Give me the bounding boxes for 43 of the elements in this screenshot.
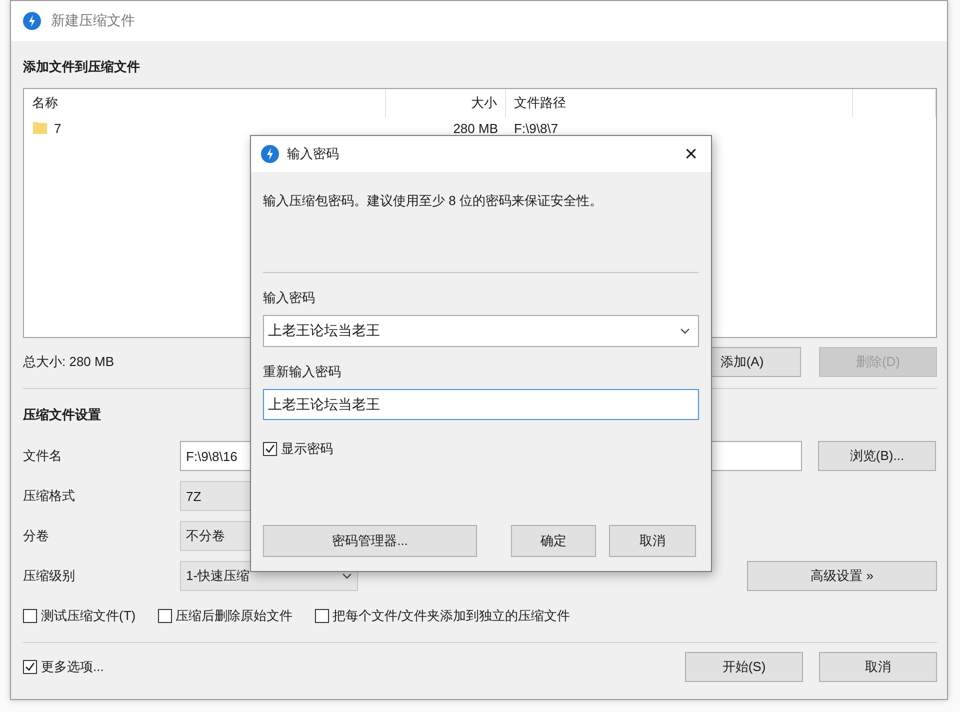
checkbox[interactable]: [263, 442, 277, 456]
option-label: 压缩后删除原始文件: [176, 607, 293, 625]
checkbox[interactable]: [158, 609, 172, 623]
app-logo-icon: [261, 145, 279, 163]
dialog-title: 输入密码: [287, 145, 340, 163]
description-text: 输入压缩包密码。建议使用至少 8 位的密码来保证安全性。: [263, 192, 604, 210]
checkbox[interactable]: [23, 609, 37, 623]
file-path: F:\9\8\7: [514, 120, 558, 136]
section-heading: 压缩文件设置: [23, 406, 102, 424]
dropdown-caret-icon: [680, 328, 690, 334]
password-manager-button[interactable]: 密码管理器...: [263, 525, 477, 557]
column-header[interactable]: 文件路径: [506, 89, 853, 117]
cancel-button[interactable]: 取消: [609, 525, 696, 557]
field-label: 输入密码: [263, 289, 316, 307]
app-logo-icon: [23, 12, 41, 30]
folder-icon: [32, 120, 48, 136]
column-header[interactable]: 大小: [386, 89, 506, 117]
start-button[interactable]: 开始(S): [685, 652, 803, 682]
file-name: 7: [54, 120, 62, 136]
file-size: 280 MB: [453, 120, 498, 136]
section-heading: 添加文件到压缩文件: [23, 58, 141, 76]
advanced-settings-button[interactable]: 高级设置 »: [747, 561, 937, 591]
checkbox[interactable]: [314, 609, 329, 623]
window-title: 新建压缩文件: [51, 12, 135, 30]
ok-button[interactable]: 确定: [511, 525, 596, 557]
option-label: 把每个文件/文件夹添加到独立的压缩文件: [332, 607, 570, 625]
browse-button[interactable]: 浏览(B)...: [818, 441, 936, 471]
checkbox[interactable]: [23, 660, 37, 674]
column-header[interactable]: 名称: [24, 89, 386, 117]
password-field[interactable]: 上老王论坛当老王: [263, 315, 699, 347]
show-password-label: 显示密码: [281, 440, 333, 458]
total-size: 总大小: 280 MB: [23, 353, 114, 371]
field-label: 分卷: [23, 527, 50, 545]
field-label: 文件名: [23, 447, 63, 465]
option-label: 更多选项...: [41, 658, 104, 676]
option-label: 测试压缩文件(T): [41, 607, 136, 625]
field-label: 重新输入密码: [263, 363, 342, 381]
close-button[interactable]: ×: [671, 136, 711, 172]
field-label: 压缩级别: [23, 567, 76, 585]
field-label: 压缩格式: [23, 487, 76, 505]
cancel-button[interactable]: 取消: [819, 652, 937, 682]
dropdown-caret-icon: [342, 573, 352, 579]
confirm-password-field[interactable]: 上老王论坛当老王: [263, 389, 699, 420]
